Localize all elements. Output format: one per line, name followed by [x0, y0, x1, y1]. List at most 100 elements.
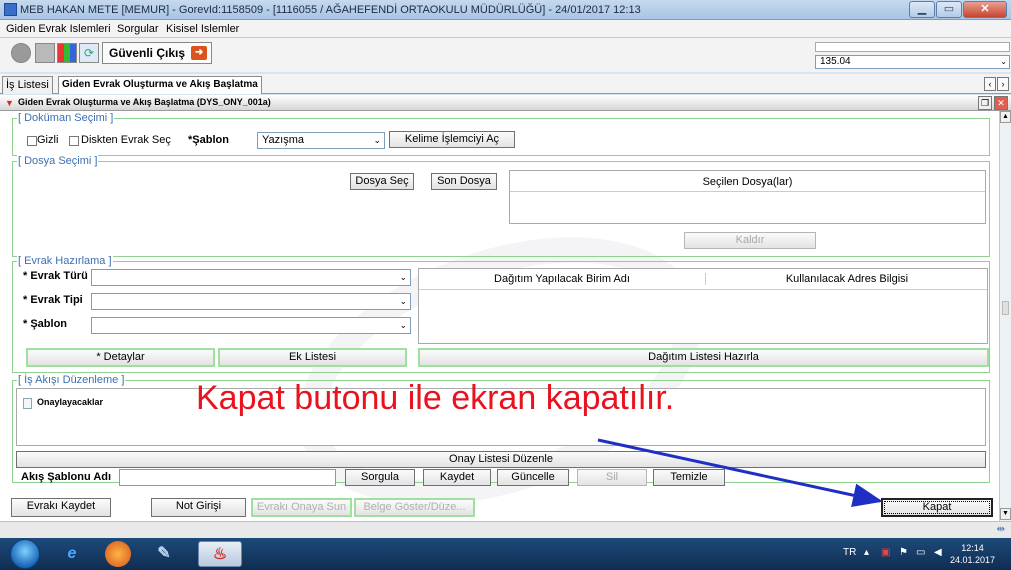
- paint-icon[interactable]: ✎: [142, 541, 186, 567]
- color-grid-icon[interactable]: [57, 43, 77, 63]
- network-icon[interactable]: ▣: [881, 547, 890, 558]
- close-form-icon[interactable]: ✕: [994, 96, 1008, 110]
- dokuman-secimi-section: [ Doküman Seçimi ] Gizli Diskten Evrak S…: [12, 112, 990, 156]
- minimize-button[interactable]: ▁: [909, 1, 935, 18]
- dagitim-header: Dağıtım Yapılacak Birim Adı: [419, 273, 706, 285]
- chevron-down-icon: ⌄: [399, 272, 407, 282]
- menu-giden-evrak[interactable]: Giden Evrak Islemleri: [6, 23, 111, 35]
- tab-giden-evrak[interactable]: Giden Evrak Oluşturma ve Akış Başlatma: [58, 76, 262, 94]
- tab-prev-icon[interactable]: ‹: [984, 77, 996, 91]
- monitor-icon[interactable]: ▭: [916, 547, 925, 558]
- firefox-icon[interactable]: [105, 541, 131, 567]
- java-app-icon[interactable]: ♨: [198, 541, 242, 567]
- tab-is-listesi[interactable]: İş Listesi: [2, 76, 53, 94]
- tab-bar: İş Listesi Giden Evrak Oluşturma ve Akış…: [0, 74, 1011, 94]
- window-titlebar: MEB HAKAN METE [MEMUR] - GorevId:1158509…: [0, 0, 1011, 20]
- action-center-icon[interactable]: ⚑: [899, 547, 908, 558]
- son-dosya-button[interactable]: Son Dosya: [431, 173, 497, 190]
- collapse-chevron-icon[interactable]: ▼: [5, 99, 14, 108]
- scroll-down-icon[interactable]: ▼: [1000, 508, 1011, 520]
- chevron-down-icon: ⌄: [399, 320, 407, 330]
- chevron-down-icon: ⌄: [373, 135, 381, 145]
- evrak-sablon-select[interactable]: ⌄: [91, 317, 411, 334]
- kapat-button[interactable]: Kapat: [881, 498, 993, 517]
- language-indicator[interactable]: TR: [843, 547, 856, 558]
- dosya-secimi-section: [ Dosya Seçimi ] Dosya Seç Son Dosya Seç…: [12, 155, 990, 257]
- menu-bar: Giden Evrak Islemleri Sorgular Kisisel I…: [0, 20, 1011, 38]
- sablon-select[interactable]: Yazışma ⌄: [257, 132, 385, 149]
- detaylar-button[interactable]: * Detaylar: [26, 348, 215, 367]
- chevron-down-icon: ⌄: [399, 296, 407, 306]
- dosya-sec-button[interactable]: Dosya Seç: [350, 173, 414, 190]
- secilen-header: Seçilen Dosya(lar): [510, 176, 985, 192]
- menu-kisisel[interactable]: Kisisel Islemler: [166, 23, 239, 35]
- menu-sorgular[interactable]: Sorgular: [117, 23, 159, 35]
- version-value: 135.04: [820, 56, 851, 67]
- status-bar: ⇹: [0, 521, 1011, 538]
- resize-grip-icon: ⇹: [996, 524, 1005, 535]
- adres-header: Kullanılacak Adres Bilgisi: [785, 273, 909, 285]
- volume-icon[interactable]: ◀: [934, 547, 942, 558]
- clock-time: 12:14: [961, 543, 984, 553]
- scroll-thumb[interactable]: [1002, 301, 1009, 315]
- annotation-arrow: [597, 438, 883, 508]
- akis-sablon-adi-label: Akış Şablonu Adı: [21, 471, 112, 483]
- akis-sablon-adi-input[interactable]: [119, 469, 336, 486]
- guvenli-cikis-label: Güvenli Çıkış: [109, 46, 186, 60]
- refresh-icon[interactable]: ⟳: [79, 43, 99, 63]
- close-window-button[interactable]: ✕: [963, 1, 1007, 18]
- vertical-scrollbar[interactable]: ▲ ▼: [999, 111, 1011, 521]
- form-title: Giden Evrak Oluşturma ve Akış Başlatma (…: [18, 97, 271, 107]
- sablon-value: Yazışma: [262, 134, 304, 146]
- restore-icon[interactable]: ❐: [978, 96, 992, 110]
- form-header: ▼ Giden Evrak Oluşturma ve Akış Başlatma…: [0, 95, 1011, 111]
- evrak-tipi-label: * Evrak Tipi: [23, 294, 83, 306]
- akis-legend: [ İş Akışı Düzenleme ]: [17, 374, 126, 386]
- dagitim-panel: Dağıtım Yapılacak Birim Adı Kullanılacak…: [418, 268, 988, 344]
- evrak-turu-select[interactable]: ⌄: [91, 269, 411, 286]
- dagitim-header-divider: [419, 289, 987, 290]
- scroll-up-icon[interactable]: ▲: [1000, 111, 1011, 123]
- evrak-tipi-select[interactable]: ⌄: [91, 293, 411, 310]
- tab-next-icon[interactable]: ›: [997, 77, 1009, 91]
- evrak-hazirlama-section: [ Evrak Hazırlama ] * Evrak Türü ⌄ * Evr…: [12, 255, 990, 373]
- kaydet-button[interactable]: Kaydet: [423, 469, 491, 486]
- top-right-input[interactable]: [815, 42, 1010, 52]
- tray-expand-icon[interactable]: ▴: [864, 547, 869, 558]
- system-clock[interactable]: 12:14 24.01.2017: [950, 542, 995, 566]
- exit-arrow-icon: ➜: [191, 46, 208, 60]
- evrak-legend: [ Evrak Hazırlama ]: [17, 255, 113, 267]
- gizli-checkbox[interactable]: [27, 136, 37, 146]
- evrak-sablon-label: * Şablon: [23, 318, 68, 330]
- app-icon: [4, 3, 17, 16]
- diskten-checkbox[interactable]: [69, 136, 79, 146]
- ek-listesi-button[interactable]: Ek Listesi: [218, 348, 407, 367]
- gizli-label: Gizli: [37, 134, 59, 146]
- disabled-tool-icon: [35, 43, 55, 63]
- guvenli-cikis-button[interactable]: Güvenli Çıkış ➜: [102, 42, 213, 64]
- start-button[interactable]: [10, 539, 40, 569]
- belge-goster-button[interactable]: Belge Göster/Düze...: [354, 498, 475, 517]
- maximize-button[interactable]: ▭: [936, 1, 962, 18]
- sorgula-button[interactable]: Sorgula: [345, 469, 415, 486]
- kaldir-button[interactable]: Kaldır: [684, 232, 816, 249]
- onaylayacaklar-label: Onaylayacaklar: [37, 397, 104, 407]
- dagitim-hazirla-button[interactable]: Dağıtım Listesi Hazırla: [418, 348, 989, 367]
- clock-date: 24.01.2017: [950, 555, 996, 565]
- kelime-islemci-button[interactable]: Kelime İşlemciyi Aç: [389, 131, 515, 148]
- onaya-sun-button[interactable]: Evrakı Onaya Sun: [251, 498, 352, 517]
- evrak-turu-label: * Evrak Türü: [23, 270, 88, 282]
- guncelle-button[interactable]: Güncelle: [497, 469, 569, 486]
- secilen-dosyalar-panel: Seçilen Dosya(lar): [509, 170, 986, 224]
- sablon-label: *Şablon: [188, 134, 229, 146]
- version-select[interactable]: 135.04 ⌄: [815, 55, 1010, 69]
- evraki-kaydet-button[interactable]: Evrakı Kaydet: [11, 498, 111, 517]
- taskbar: e ✎ ♨ TR ▴ ▣ ⚑ ▭ ◀ 12:14 24.01.2017: [0, 538, 1011, 570]
- chevron-down-icon: ⌄: [1000, 57, 1007, 66]
- not-girisi-button[interactable]: Not Girişi: [151, 498, 246, 517]
- stop-icon[interactable]: [11, 43, 31, 63]
- document-icon: [23, 398, 32, 409]
- ie-icon[interactable]: e: [50, 541, 94, 567]
- window-title: MEB HAKAN METE [MEMUR] - GorevId:1158509…: [20, 4, 641, 16]
- dokuman-legend: [ Doküman Seçimi ]: [17, 112, 115, 124]
